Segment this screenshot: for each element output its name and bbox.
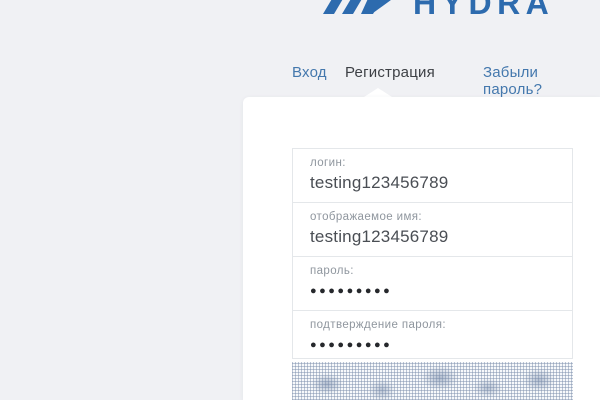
tab-login[interactable]: Вход — [292, 64, 327, 81]
display-name-label: отображаемое имя: — [310, 211, 560, 223]
display-name-input[interactable] — [310, 227, 560, 247]
registration-card: логин: отображаемое имя: пароль: подтвер… — [243, 97, 600, 400]
login-label: логин: — [310, 157, 560, 169]
hydra-logo: HYDRA — [318, 0, 568, 18]
password-confirm-field-row: подтверждение пароля: — [293, 311, 572, 358]
logo-wordmark: HYDRA — [413, 0, 554, 18]
display-name-field-row: отображаемое имя: — [293, 203, 572, 257]
password-field-row: пароль: — [293, 257, 572, 311]
tab-forgot-password[interactable]: Забыли пароль? — [483, 64, 600, 98]
password-input[interactable] — [310, 285, 560, 297]
login-field-row: логин: — [293, 149, 572, 203]
card-caret — [364, 88, 392, 97]
password-confirm-label: подтверждение пароля: — [310, 319, 560, 331]
password-confirm-input[interactable] — [310, 339, 560, 351]
password-label: пароль: — [310, 265, 560, 277]
login-input[interactable] — [310, 173, 560, 193]
logo-stripes-icon — [323, 0, 410, 14]
tab-register[interactable]: Регистрация — [345, 64, 435, 81]
registration-page: { "logo": { "text": "HYDRA", "color": "#… — [0, 0, 600, 400]
registration-form: логин: отображаемое имя: пароль: подтвер… — [292, 148, 573, 359]
captcha-image[interactable] — [292, 362, 573, 400]
